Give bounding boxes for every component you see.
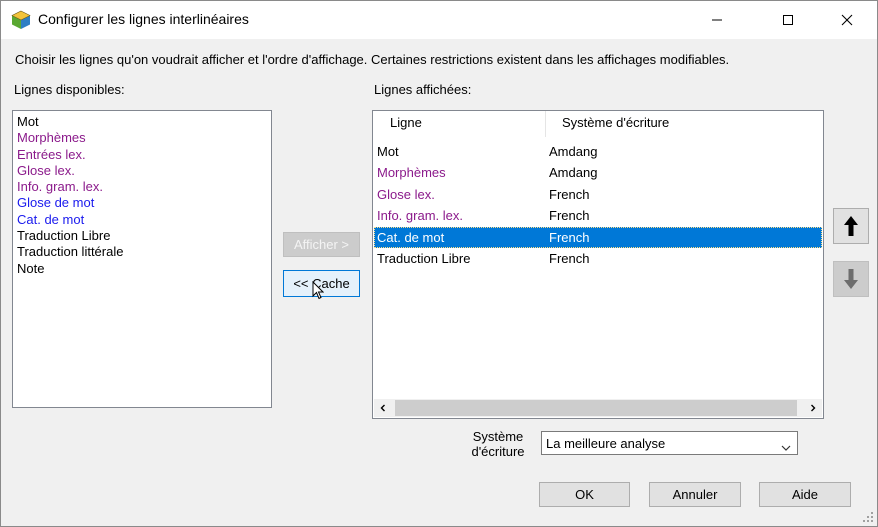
list-item[interactable]: Traduction Libre xyxy=(17,228,271,244)
dialog-window: Configurer les lignes interlinéaires Cho… xyxy=(0,0,878,527)
scroll-left-icon[interactable] xyxy=(374,399,392,417)
app-cube-icon xyxy=(11,10,31,30)
horizontal-scrollbar[interactable] xyxy=(374,399,822,417)
grid-header: Ligne Système d'écriture xyxy=(373,111,823,137)
minimize-button[interactable] xyxy=(694,1,740,39)
minimize-icon xyxy=(712,19,722,21)
maximize-icon xyxy=(783,15,793,25)
cell-line: Morphèmes xyxy=(377,165,446,181)
cell-line: Info. gram. lex. xyxy=(377,208,463,224)
cell-writing-system: Amdang xyxy=(549,144,598,159)
cell-writing-system: Amdang xyxy=(549,165,598,181)
list-item[interactable]: Traduction littérale xyxy=(17,244,271,260)
cell-line: Mot xyxy=(377,144,399,159)
cancel-button[interactable]: Annuler xyxy=(649,482,741,507)
table-row[interactable]: Glose lex. French xyxy=(374,184,822,205)
list-item[interactable]: Morphèmes xyxy=(17,130,271,146)
ok-button[interactable]: OK xyxy=(539,482,630,507)
cell-line: Traduction Libre xyxy=(377,251,471,266)
column-separator[interactable] xyxy=(545,111,546,137)
available-lines-label: Lignes disponibles: xyxy=(14,82,125,97)
table-row[interactable]: Mot Amdang xyxy=(374,141,822,162)
list-item[interactable]: Entrées lex. xyxy=(17,147,271,163)
help-button[interactable]: Aide xyxy=(759,482,851,507)
list-item[interactable]: Mot xyxy=(17,114,271,130)
arrow-up-icon xyxy=(844,216,858,236)
close-button[interactable] xyxy=(824,1,870,39)
instructions-text: Choisir les lignes qu'on voudrait affich… xyxy=(15,52,730,67)
maximize-button[interactable] xyxy=(765,1,811,39)
list-item[interactable]: Info. gram. lex. xyxy=(17,179,271,195)
cell-line: Cat. de mot xyxy=(377,229,445,245)
column-header-line[interactable]: Ligne xyxy=(390,115,422,130)
cell-writing-system: French xyxy=(549,186,590,202)
column-header-writing-system[interactable]: Système d'écriture xyxy=(562,115,669,130)
scroll-right-icon[interactable] xyxy=(804,399,822,417)
table-row[interactable]: Morphèmes Amdang xyxy=(374,162,822,183)
writing-system-value: La meilleure analyse xyxy=(546,436,666,451)
displayed-lines-label: Lignes affichées: xyxy=(374,82,472,97)
close-icon xyxy=(841,14,853,26)
list-item[interactable]: Note xyxy=(17,261,271,277)
cell-writing-system: French xyxy=(549,251,590,266)
list-item[interactable]: Glose de mot xyxy=(17,195,271,211)
move-down-button[interactable] xyxy=(833,261,869,297)
writing-system-label: Système d'écriture xyxy=(471,429,525,459)
writing-system-combobox[interactable]: La meilleure analyse xyxy=(541,431,798,455)
title-bar: Configurer les lignes interlinéaires xyxy=(1,1,877,39)
available-lines-list[interactable]: Mot Morphèmes Entrées lex. Glose lex. Info. … xyxy=(12,110,272,408)
arrow-down-icon xyxy=(844,269,858,289)
move-up-button[interactable] xyxy=(833,208,869,244)
table-row[interactable]: Traduction Libre French xyxy=(374,248,822,269)
show-button[interactable]: Afficher > xyxy=(283,232,360,257)
cell-line: Glose lex. xyxy=(377,186,435,202)
cell-writing-system: French xyxy=(549,229,590,245)
mouse-cursor-icon xyxy=(312,280,325,303)
chevron-down-icon xyxy=(781,440,791,455)
resize-grip-icon[interactable] xyxy=(862,511,874,523)
table-row[interactable]: Info. gram. lex. French xyxy=(374,205,822,226)
displayed-lines-grid[interactable]: Ligne Système d'écriture Mot Amdang Morphè… xyxy=(372,110,824,419)
list-item[interactable]: Cat. de mot xyxy=(17,212,271,228)
cell-writing-system: French xyxy=(549,208,590,224)
table-row[interactable]: Cat. de mot French xyxy=(374,226,822,248)
scrollbar-thumb[interactable] xyxy=(395,400,797,416)
window-title: Configurer les lignes interlinéaires xyxy=(38,11,249,27)
list-item[interactable]: Glose lex. xyxy=(17,163,271,179)
